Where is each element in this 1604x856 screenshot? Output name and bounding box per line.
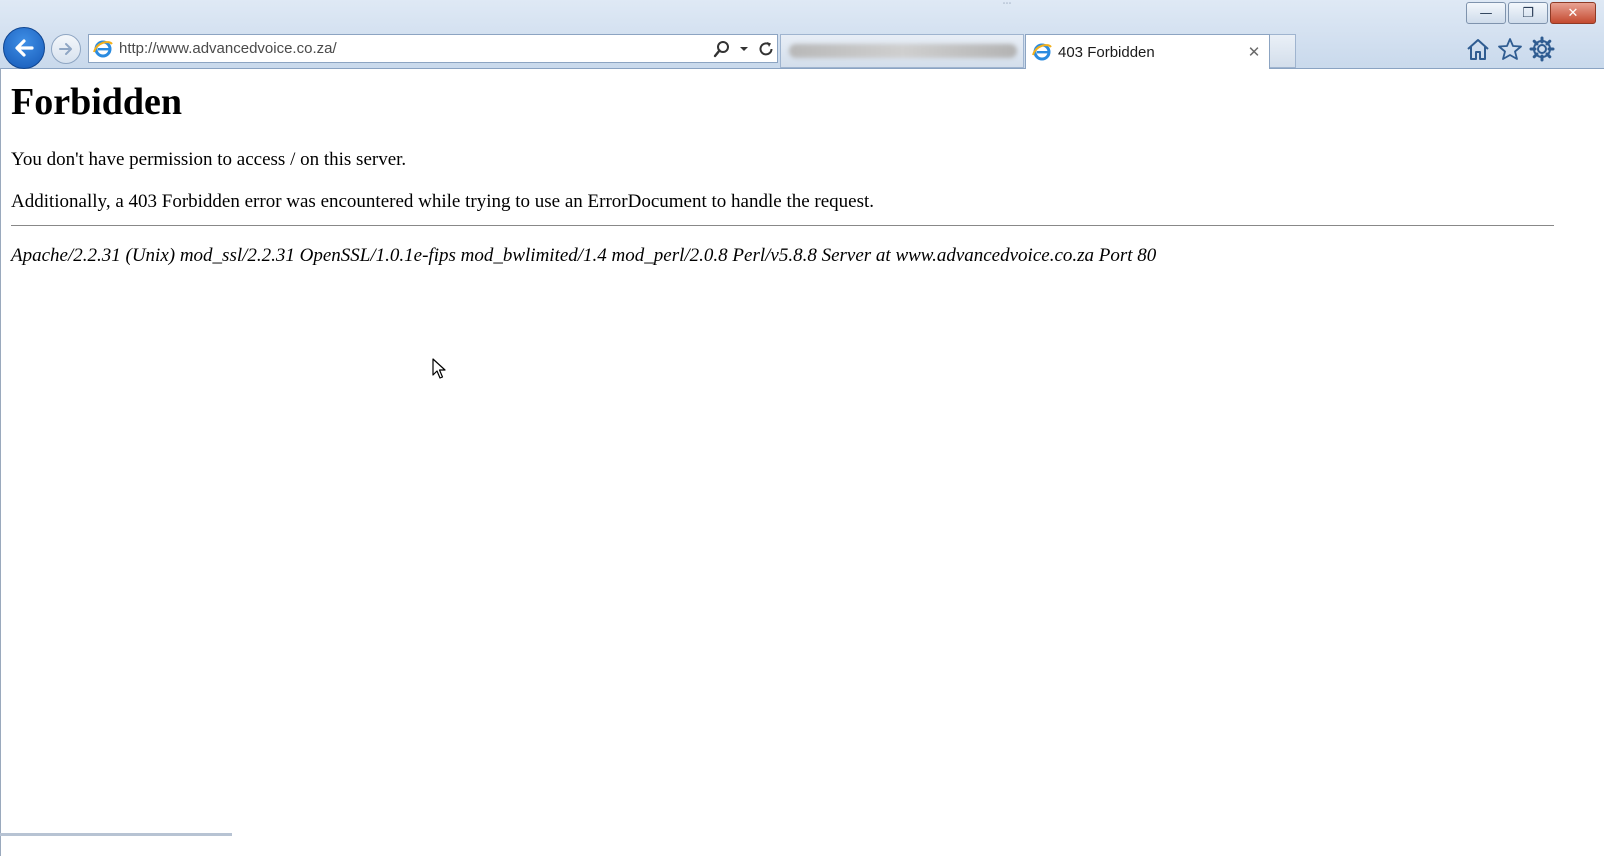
minimize-icon: — (1479, 5, 1493, 21)
back-arrow-icon (15, 39, 34, 57)
tab-close-icon[interactable]: ✕ (1243, 43, 1265, 61)
restore-icon: ❐ (1522, 5, 1534, 21)
browser-chrome: ⋯ — ❐ ✕ http://www.advancedvoice.co.za/ … (0, 0, 1604, 69)
search-button[interactable] (711, 37, 733, 61)
dropdown-caret-icon (740, 46, 748, 51)
page-content: Forbidden You don't have permission to a… (0, 68, 1563, 856)
forward-arrow-icon (59, 43, 72, 55)
refresh-icon (759, 41, 773, 55)
ie-logo-icon (93, 40, 113, 57)
tab-blurred[interactable] (780, 34, 1024, 68)
tab-403-forbidden[interactable]: 403 Forbidden ✕ (1025, 34, 1270, 69)
url-input[interactable] (113, 35, 711, 62)
address-bar[interactable] (88, 34, 778, 63)
command-tools (1464, 34, 1556, 64)
forward-button[interactable] (51, 34, 81, 64)
permission-message: You don't have permission to access / on… (11, 149, 407, 170)
favorites-star-icon (1498, 38, 1522, 60)
close-icon: ✕ (1567, 5, 1579, 21)
page-title: Forbidden (11, 81, 183, 123)
address-dropdown-button[interactable] (733, 37, 755, 61)
home-icon (1467, 39, 1489, 60)
mouse-pointer-icon (432, 358, 446, 379)
blurred-tab-title (789, 44, 1017, 58)
window-controls: — ❐ ✕ (1466, 2, 1596, 24)
divider (11, 225, 1554, 226)
minimize-button[interactable]: — (1466, 2, 1506, 24)
status-bar-fragment (0, 833, 232, 836)
server-signature: Apache/2.2.31 (Unix) mod_ssl/2.2.31 Open… (11, 245, 1157, 266)
back-button[interactable] (3, 27, 45, 69)
search-icon (713, 40, 729, 57)
settings-gear-icon (1529, 36, 1555, 62)
settings-button[interactable] (1528, 34, 1556, 64)
tab-title: 403 Forbidden (1058, 43, 1155, 61)
close-window-button[interactable]: ✕ (1550, 2, 1596, 24)
new-tab-button[interactable] (1270, 34, 1296, 68)
tab-grip-icon[interactable]: ⋯ (990, 0, 1024, 9)
restore-button[interactable]: ❐ (1508, 2, 1548, 24)
home-button[interactable] (1464, 34, 1492, 64)
ie-logo-icon (1032, 43, 1052, 61)
favorites-button[interactable] (1496, 34, 1524, 64)
refresh-button[interactable] (755, 37, 777, 61)
additional-message: Additionally, a 403 Forbidden error was … (11, 191, 875, 212)
